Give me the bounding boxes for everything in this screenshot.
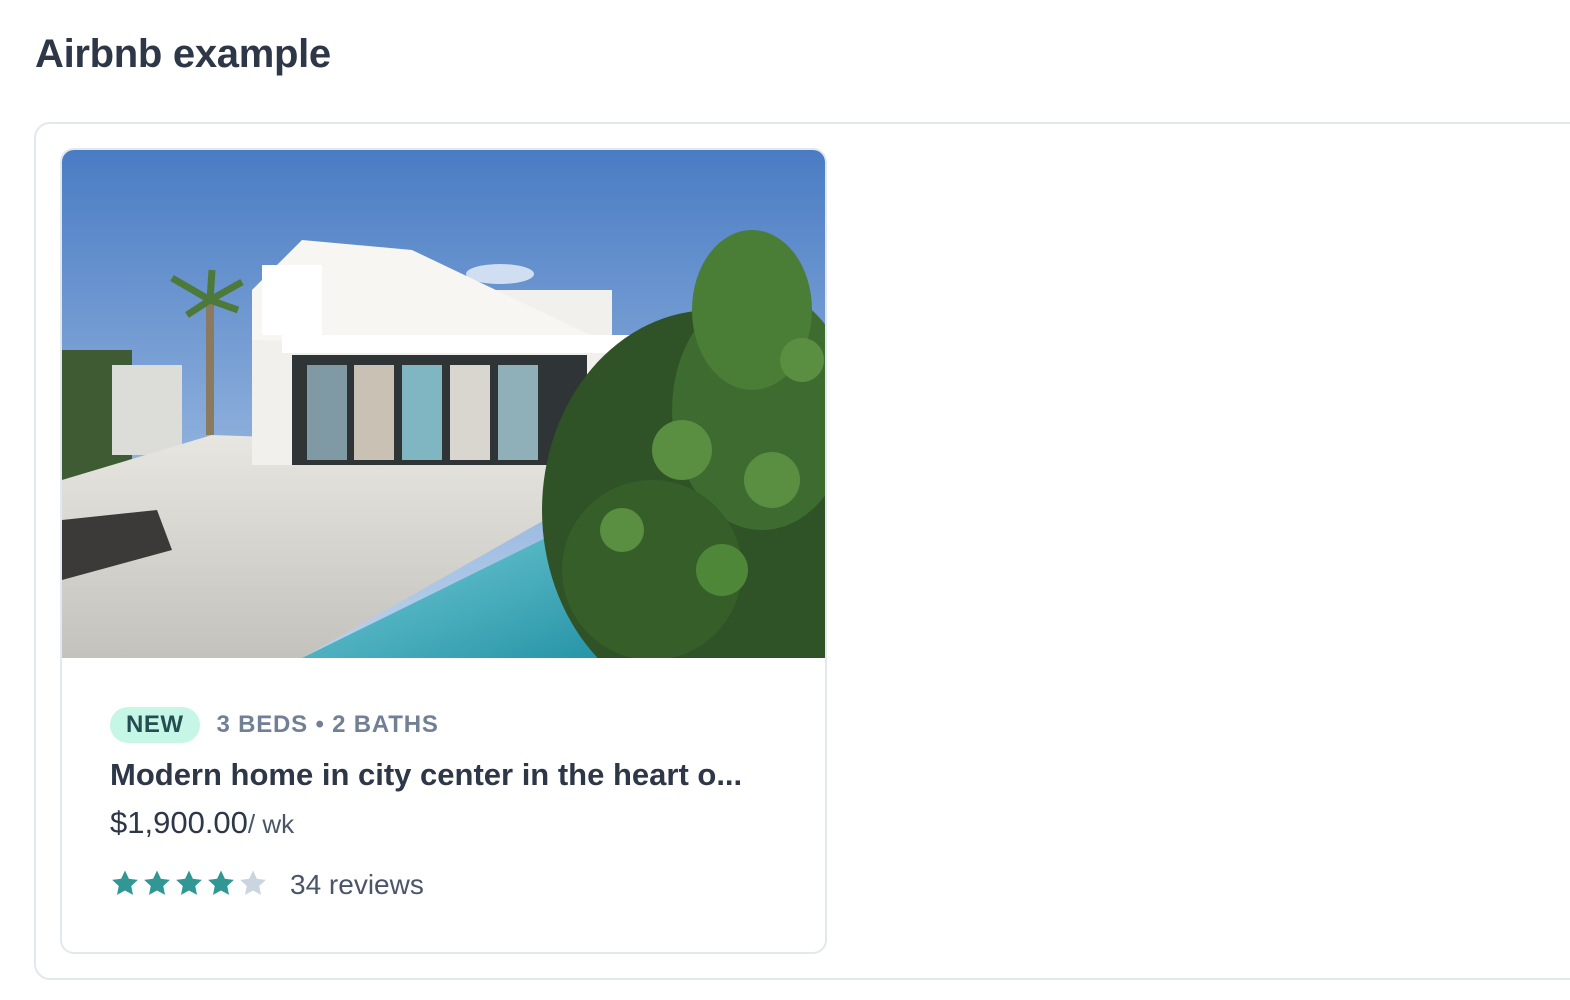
price-row: $1,900.00/ wk bbox=[110, 803, 785, 849]
price-unit: / wk bbox=[247, 809, 295, 839]
star-filled-icon bbox=[208, 870, 234, 895]
listing-meta-row: NEW 3 BEDS • 2 BATHS bbox=[110, 707, 785, 743]
listing-card[interactable]: NEW 3 BEDS • 2 BATHS Modern home in city… bbox=[60, 148, 827, 954]
listing-details: NEW 3 BEDS • 2 BATHS Modern home in city… bbox=[110, 707, 785, 905]
listing-price: $1,900.00 bbox=[110, 805, 248, 840]
star-filled-icon bbox=[144, 870, 170, 895]
star-filled-icon bbox=[176, 870, 202, 895]
rating-row: 34 reviews bbox=[110, 865, 785, 905]
listing-photo bbox=[62, 150, 825, 658]
listing-title[interactable]: Modern home in city center in the heart … bbox=[110, 755, 775, 795]
page-title: Airbnb example bbox=[35, 32, 331, 76]
new-badge: NEW bbox=[110, 707, 200, 743]
star-empty-icon bbox=[240, 870, 266, 895]
star-rating bbox=[110, 868, 270, 903]
star-filled-icon bbox=[112, 870, 138, 895]
beds-baths-text: 3 BEDS • 2 BATHS bbox=[216, 711, 439, 738]
review-count[interactable]: 34 reviews bbox=[290, 869, 424, 901]
